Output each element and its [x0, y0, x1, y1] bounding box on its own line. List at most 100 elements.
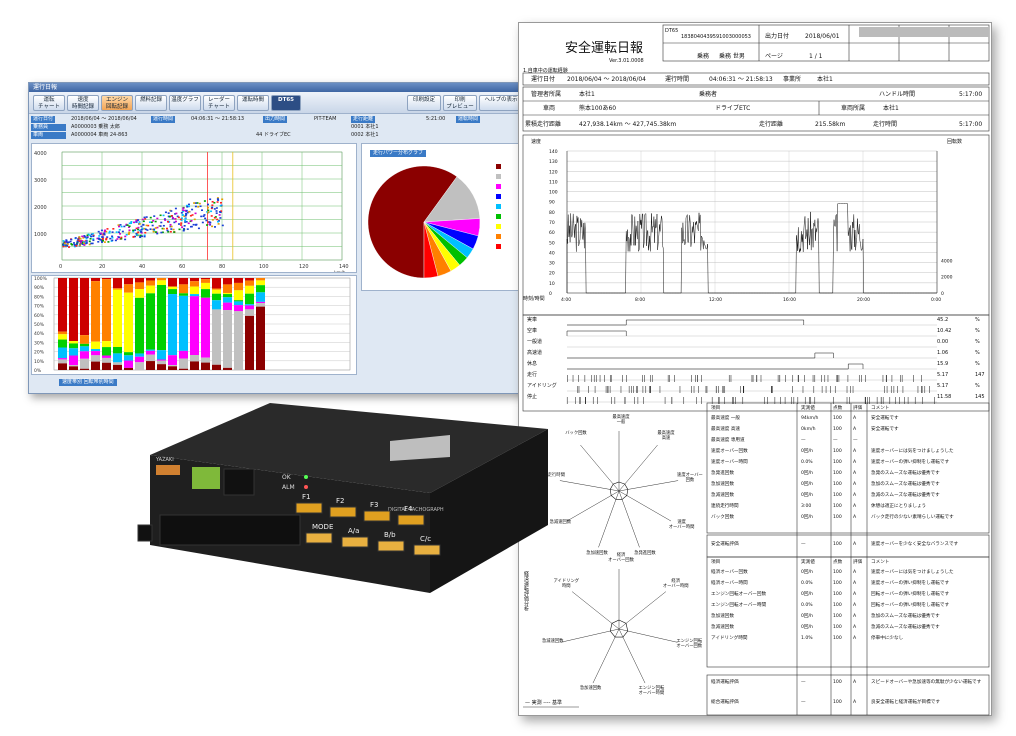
- rpm-axis-label: 回転数: [947, 138, 962, 145]
- speed-tick: 140: [549, 149, 558, 155]
- device-button-f3[interactable]: [363, 510, 391, 522]
- stack-segment: [157, 359, 166, 361]
- scatter-point: [182, 228, 185, 230]
- scatter-point: [128, 225, 131, 228]
- stack-segment: [223, 284, 232, 293]
- vehicle-office-label: 車両所属: [841, 105, 866, 112]
- toolbar-button-9[interactable]: 印刷設定: [407, 95, 441, 111]
- status-unit: 145: [975, 394, 985, 400]
- table2-row-cell: 経済オーバー時間: [711, 581, 748, 586]
- scatter-point: [125, 233, 128, 236]
- toolbar-button-7[interactable]: 運転時間: [237, 95, 269, 111]
- info-value: 0002 本社1: [351, 132, 379, 138]
- info-label[interactable]: 運転時間: [456, 116, 481, 123]
- stack-segment: [80, 358, 89, 369]
- scatter-point: [65, 239, 68, 241]
- window-title: 運行日報: [29, 83, 527, 92]
- table2-row-cell: A: [853, 581, 857, 586]
- scatter-point: [149, 216, 152, 219]
- pie-chart-tab[interactable]: 走行パワー分布グラフ: [370, 150, 427, 157]
- scatter-point: [152, 219, 155, 222]
- stack-segment: [146, 361, 155, 370]
- info-value: A0000003 乗務 太郎: [71, 124, 120, 130]
- toolbar-button-6[interactable]: レーダー チャート: [203, 95, 235, 111]
- stack-segment: [113, 362, 122, 365]
- scatter-point: [123, 225, 126, 228]
- stack-segment: [146, 280, 155, 286]
- stack-segment: [124, 352, 133, 356]
- device-button-mode[interactable]: [305, 532, 333, 544]
- scatter-point: [156, 217, 159, 220]
- stack-segment: [124, 284, 133, 293]
- toolbar-button-3[interactable]: エンジン 回転記録: [101, 95, 133, 111]
- table2-row-cell: 経済オーバー回数: [711, 570, 748, 575]
- scatter-point: [207, 209, 210, 212]
- scatter-point: [208, 221, 211, 223]
- stacked-bar-chart: 100% 90% 80% 70% 60% 50% 40% 30% 20% 10% 0%: [34, 276, 351, 374]
- stack-segment: [179, 293, 188, 296]
- scatter-point: [153, 215, 156, 217]
- speaker-grille: [223, 468, 255, 496]
- scatter-point: [149, 228, 152, 230]
- stack-segment: [234, 311, 243, 370]
- scatter-point: [103, 233, 106, 236]
- device-button-f1[interactable]: [295, 502, 323, 514]
- device-button-label: C/c: [420, 535, 431, 543]
- scatter-point: [182, 207, 185, 210]
- device-button-f2[interactable]: [329, 506, 357, 518]
- version: Ver.3.01.0008: [609, 58, 644, 64]
- stack-segment: [168, 355, 177, 366]
- stack-segment: [179, 358, 188, 369]
- stack-segment: [69, 365, 78, 367]
- toolbar-button-1[interactable]: 運転 チャート: [33, 95, 65, 111]
- x-tick-label: 140: [339, 264, 349, 270]
- table1-row-cell: 100: [833, 471, 842, 476]
- alm-led-label: ALM: [282, 484, 295, 491]
- device-button-f4[interactable]: [397, 514, 425, 526]
- scatter-point: [151, 224, 154, 227]
- radar2_labels-label: アイドリング 時間: [553, 579, 580, 590]
- stack-segment: [157, 278, 166, 281]
- radar2_labels-label: 経済 オーバー回数: [608, 553, 634, 563]
- stack-segment: [58, 339, 67, 348]
- scatter-point: [211, 200, 214, 203]
- scatter-point: [72, 242, 75, 244]
- table2-row-cell: 急加速回数: [711, 614, 734, 619]
- speed-tick: 90: [549, 200, 555, 206]
- rpm-tick: 0: [941, 291, 944, 297]
- toolbar-button-4[interactable]: 燃料記録: [135, 95, 167, 111]
- scatter-point: [174, 207, 177, 210]
- scatter-point: [178, 228, 181, 231]
- scatter-point: [193, 218, 196, 221]
- legend-swatch: [496, 234, 501, 239]
- stack-segment: [179, 368, 188, 370]
- scatter-point: [213, 226, 216, 228]
- stack-segment: [212, 364, 221, 370]
- device-button-c-c[interactable]: [413, 544, 441, 556]
- scatter-point: [202, 215, 205, 218]
- toolbar-button-11[interactable]: ヘルプの表示: [479, 95, 523, 111]
- table2-row-cell: 0回/h: [801, 625, 813, 630]
- device-button-a-a[interactable]: [341, 536, 369, 548]
- table1-row-cell: 100: [833, 504, 842, 509]
- stack-segment: [190, 355, 199, 362]
- toolbar-button-2[interactable]: 速度 時間記録: [67, 95, 99, 111]
- toolbar-button-10[interactable]: 印刷 プレビュー: [443, 95, 477, 111]
- toolbar-button-8[interactable]: DT65: [271, 95, 301, 111]
- table1-row-cell: A: [853, 515, 857, 520]
- table1-row-cell: 0回/h: [801, 471, 813, 476]
- rpm-tick: 2000: [941, 275, 953, 281]
- scatter-point: [191, 208, 194, 211]
- stack-segment: [146, 278, 155, 281]
- speed-band-button[interactable]: 速度帯別 回転帯別時間: [59, 379, 117, 386]
- toolbar-button-5[interactable]: 温度グラフ: [169, 95, 201, 111]
- table1-row-cell: —: [853, 438, 858, 443]
- scatter-point: [143, 235, 146, 238]
- scatter-point: [101, 236, 104, 238]
- scatter-point: [128, 231, 131, 234]
- device-button-b-b[interactable]: [377, 540, 405, 552]
- stack-segment: [234, 282, 243, 291]
- radar1_labels-label: 最高速度 高速: [657, 431, 675, 442]
- scatter-point: [197, 206, 200, 208]
- stacked-bar-panel: 100% 90% 80% 70% 60% 50% 40% 30% 20% 10% 0%: [31, 275, 357, 375]
